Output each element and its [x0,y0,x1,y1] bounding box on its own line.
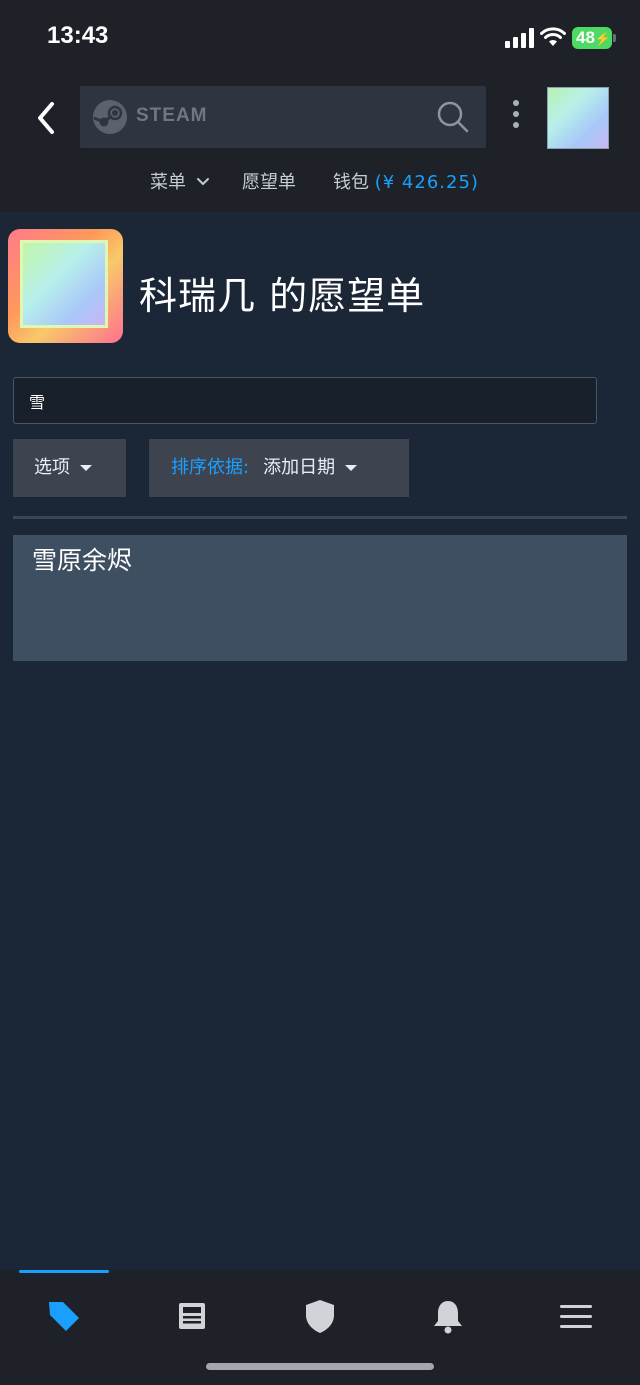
back-button[interactable] [32,98,60,138]
caret-down-icon [345,465,358,471]
options-button[interactable]: 选项 [13,439,126,497]
sort-label: 排序依据: [171,457,250,478]
charging-bolt-icon: ⚡ [594,31,612,46]
top-bar: 13:43 48⚡ STEAM 菜单 愿望单 钱包 (¥ 426.25) [0,0,640,212]
wallet-label: 钱包 [333,172,369,193]
caret-down-icon [80,465,92,471]
wishlist-item-title: 雪原余烬 [32,546,133,575]
kebab-menu-icon[interactable] [508,100,524,134]
hamburger-menu-icon[interactable] [556,1296,596,1336]
shield-icon[interactable] [300,1296,340,1336]
divider [13,516,627,519]
wifi-icon [540,27,566,46]
battery-cap [613,34,616,42]
wishlist-link[interactable]: 愿望单 [242,168,296,194]
steam-logo-icon [93,100,127,134]
user-avatar[interactable] [547,87,609,149]
steam-wordmark: STEAM [136,105,208,126]
battery-level: 48 [576,28,595,47]
page-title: 科瑞几 的愿望单 [139,274,426,318]
profile-avatar[interactable] [8,229,123,343]
avatar-image [20,240,108,328]
news-icon[interactable] [172,1296,212,1336]
active-tab-indicator [19,1270,109,1273]
menu-label: 菜单 [150,172,186,193]
menu-dropdown[interactable]: 菜单 [150,168,210,194]
bell-icon[interactable] [428,1296,468,1336]
wallet-link[interactable]: 钱包 (¥ 426.25) [333,168,479,194]
battery-indicator: 48⚡ [572,27,612,49]
sort-button[interactable]: 排序依据: 添加日期 [149,439,409,497]
cellular-signal-icon [505,28,534,48]
bottom-tab-bar [0,1270,640,1385]
options-label: 选项 [34,457,70,478]
home-indicator[interactable] [206,1363,434,1370]
wishlist-item[interactable]: 雪原余烬 [13,535,627,661]
chevron-down-icon [196,178,209,186]
sort-value: 添加日期 [263,457,336,478]
wallet-balance: (¥ 426.25) [374,172,479,193]
status-time: 13:43 [47,22,109,49]
store-tag-icon[interactable] [44,1296,84,1336]
search-bar[interactable]: STEAM [80,86,486,148]
search-icon[interactable] [436,100,470,134]
sub-navigation: 菜单 愿望单 钱包 (¥ 426.25) [0,166,640,196]
wishlist-search-input[interactable] [13,377,597,424]
